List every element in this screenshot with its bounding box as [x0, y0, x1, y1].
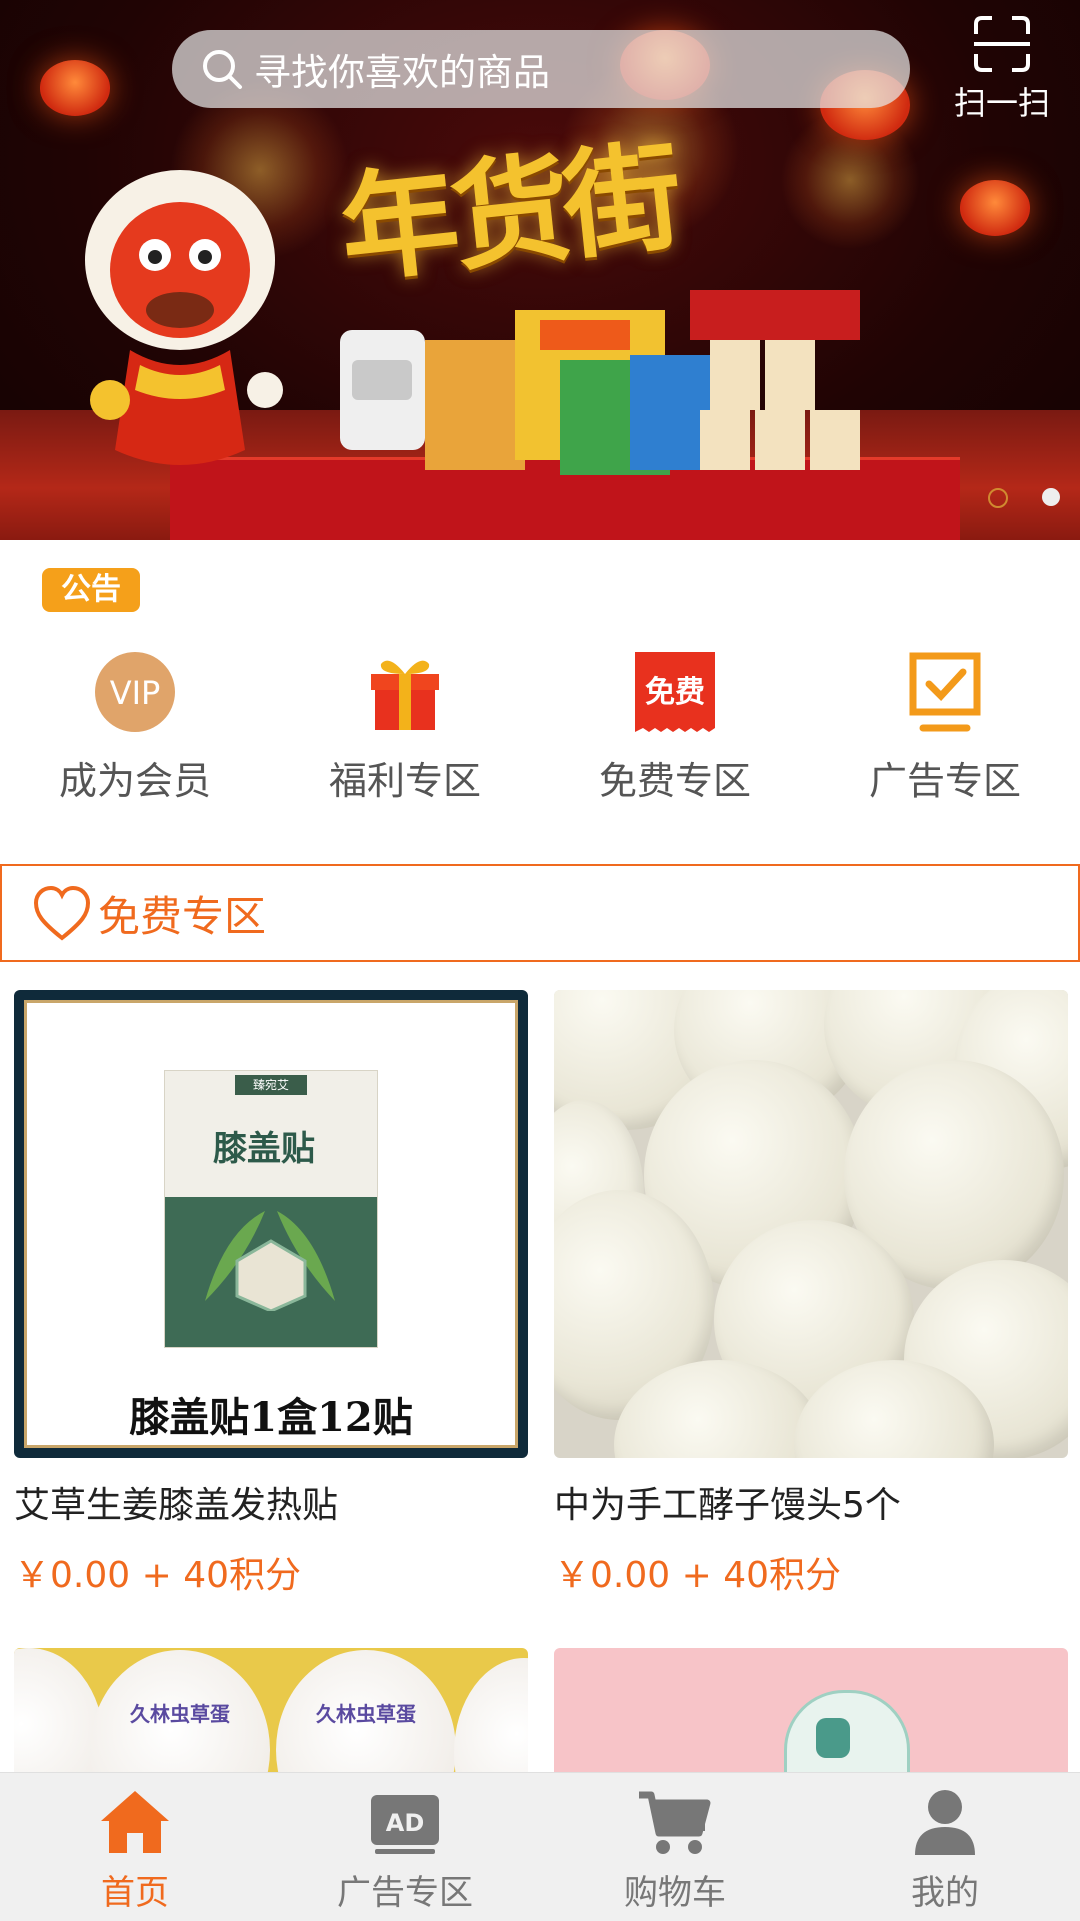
- home-icon: [101, 1791, 169, 1853]
- product-card[interactable]: 久林虫草蛋 久林虫草蛋: [14, 1648, 528, 1772]
- banner-products-illustration: [340, 290, 860, 475]
- product-image[interactable]: [554, 1648, 1068, 1772]
- tab-label: 广告专区: [337, 1873, 473, 1913]
- svg-text:AD: AD: [386, 1809, 425, 1837]
- tab-label: 首页: [101, 1873, 169, 1913]
- carousel-dot[interactable]: [988, 488, 1008, 508]
- section-title: 免费专区: [98, 891, 267, 941]
- cart-icon: [639, 1791, 711, 1854]
- ad-screen-icon: [909, 652, 981, 732]
- quick-menu-welfare[interactable]: 福利专区: [270, 650, 540, 810]
- scan-label: 扫一扫: [953, 84, 1050, 122]
- svg-text:免费: 免费: [645, 675, 705, 710]
- product-name: 艾草生姜膝盖发热贴: [14, 1485, 339, 1526]
- svg-text:VIP: VIP: [110, 674, 161, 712]
- lantern-decoration: [960, 180, 1030, 236]
- user-icon: [915, 1790, 975, 1855]
- product-name: 中为手工酵子馒头5个: [554, 1485, 901, 1526]
- product-image[interactable]: 臻宛艾 膝盖贴 膝盖贴1盒12贴: [14, 990, 528, 1458]
- product-card[interactable]: 中为手工酵子馒头5个 ￥0.00 + 40积分: [554, 990, 1068, 1598]
- quick-menu-label: 成为会员: [58, 759, 211, 803]
- pink-product-photo: [554, 1648, 1068, 1772]
- eggs-photo: 久林虫草蛋 久林虫草蛋: [14, 1648, 528, 1772]
- vip-icon: VIP: [95, 652, 175, 732]
- ad-icon: AD: [371, 1795, 439, 1854]
- steamed-buns-photo: [554, 990, 1068, 1458]
- herb-leaf-icon: [205, 1211, 335, 1311]
- image-caption: 膝盖贴1盒12贴: [129, 1394, 413, 1441]
- heart-outline-icon: [33, 885, 91, 941]
- package-brand: 臻宛艾: [235, 1075, 307, 1095]
- quick-menu-vip[interactable]: VIP 成为会员: [0, 650, 270, 810]
- lion-dance-illustration: [85, 170, 283, 465]
- search-bar[interactable]: 寻找你喜欢的商品: [172, 30, 910, 108]
- product-card[interactable]: 臻宛艾 膝盖贴 膝盖贴1盒12贴 艾草生姜膝盖发热贴 ￥0.00 + 40积分: [14, 990, 528, 1598]
- search-placeholder: 寻找你喜欢的商品: [254, 51, 550, 94]
- quick-menu-ad[interactable]: 广告专区: [810, 650, 1080, 810]
- bottom-tab-bar: 首页 AD 广告专区 购物车 我的: [0, 1772, 1080, 1921]
- product-price: ￥0.00 + 40积分: [554, 1555, 842, 1596]
- quick-menu-label: 免费专区: [598, 759, 751, 803]
- tab-ad[interactable]: AD 广告专区: [270, 1773, 540, 1921]
- tab-label: 购物车: [624, 1873, 726, 1913]
- search-icon: [203, 50, 242, 89]
- product-price: ￥0.00 + 40积分: [14, 1555, 302, 1596]
- carousel-indicator: [988, 488, 1060, 508]
- product-card[interactable]: [554, 1648, 1068, 1772]
- product-package: 臻宛艾 膝盖贴: [164, 1070, 378, 1348]
- product-image[interactable]: 久林虫草蛋 久林虫草蛋: [14, 1648, 528, 1772]
- scan-icon: [974, 16, 1030, 72]
- section-header-free: 免费专区: [0, 864, 1080, 962]
- tab-cart[interactable]: 购物车: [540, 1773, 810, 1921]
- free-tag-icon: 免费: [635, 652, 715, 732]
- notice-badge[interactable]: 公告: [42, 568, 140, 612]
- quick-menu-label: 广告专区: [868, 759, 1021, 803]
- tab-label: 我的: [911, 1873, 979, 1913]
- quick-menu-free[interactable]: 免费 免费专区: [540, 650, 810, 810]
- gift-icon: [371, 660, 439, 730]
- quick-menu-label: 福利专区: [328, 759, 481, 803]
- product-image[interactable]: [554, 990, 1068, 1458]
- lantern-decoration: [40, 60, 110, 116]
- carousel-dot-active[interactable]: [1042, 488, 1060, 506]
- package-title: 膝盖贴: [213, 1129, 315, 1169]
- tab-home[interactable]: 首页: [0, 1773, 270, 1921]
- tab-mine[interactable]: 我的: [810, 1773, 1080, 1921]
- scan-button[interactable]: 扫一扫: [952, 14, 1052, 124]
